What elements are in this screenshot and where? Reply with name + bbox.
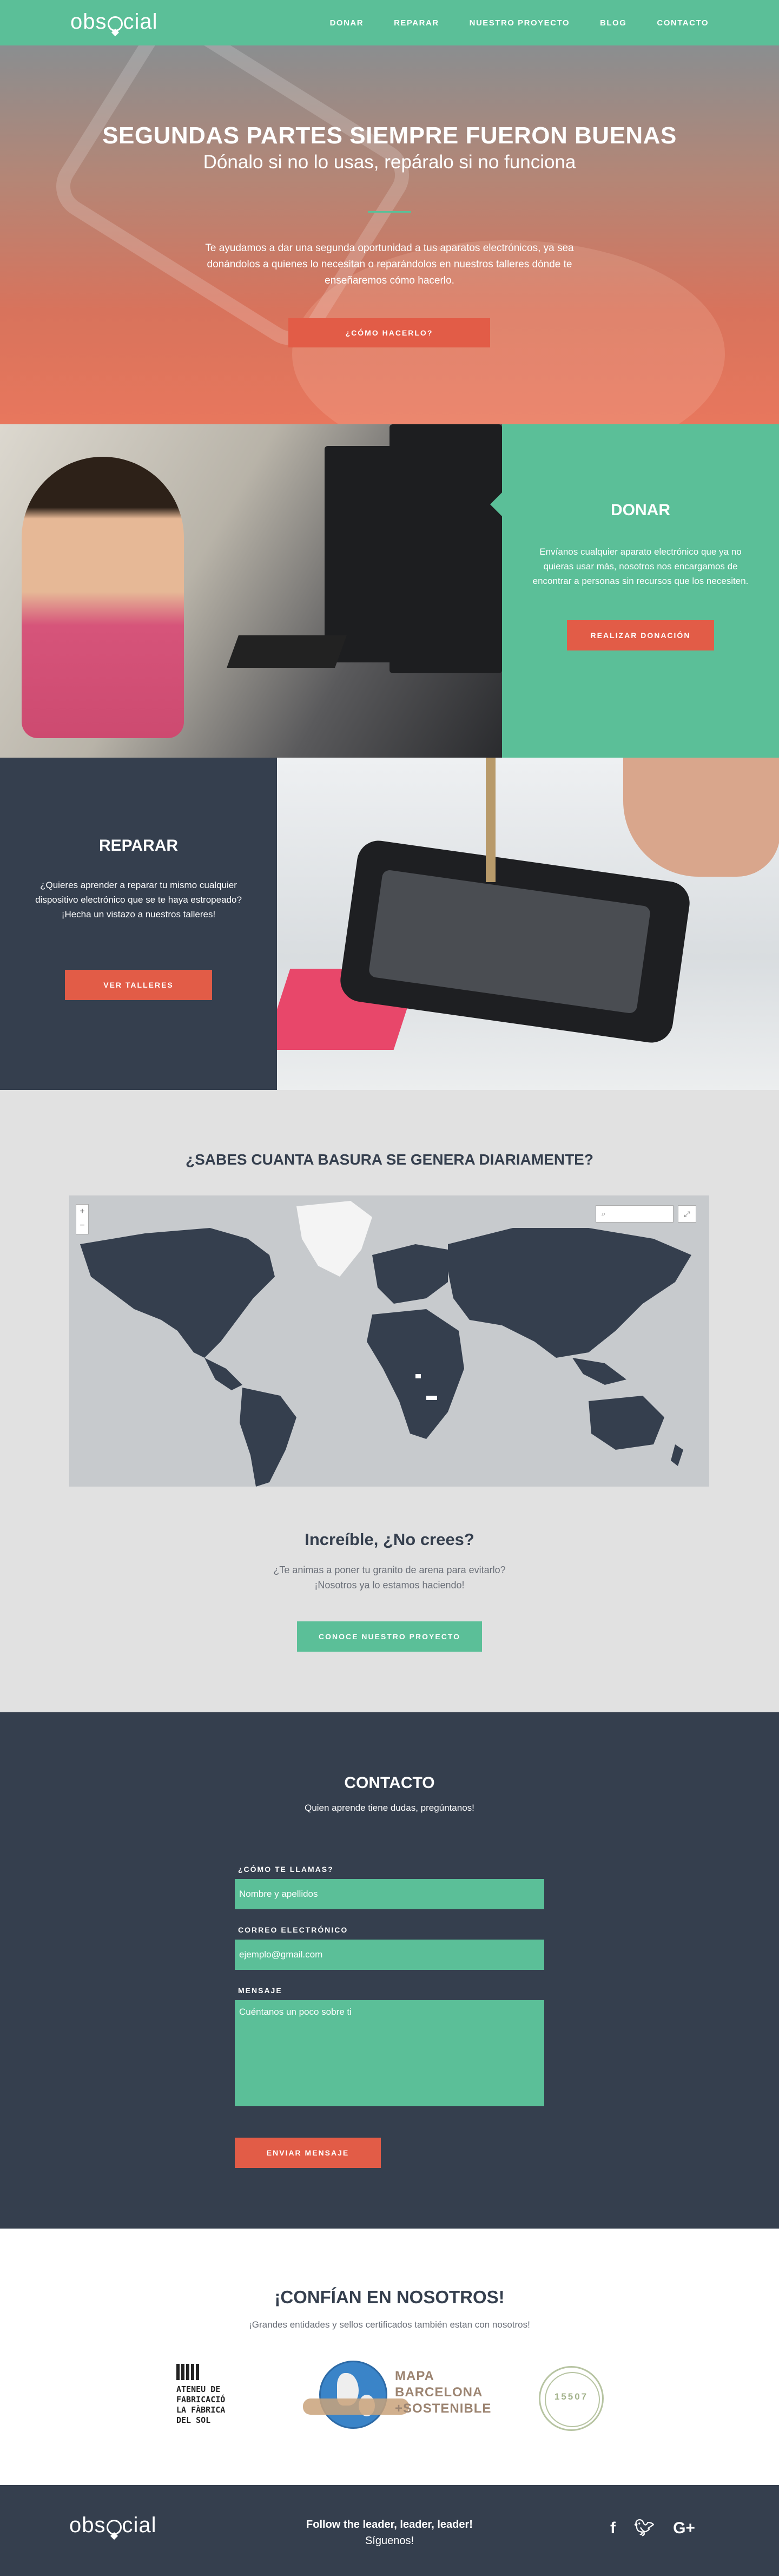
waste-subtitle: Increíble, ¿No crees? [305,1530,474,1549]
ateneu-mark-icon [176,2364,200,2380]
screwdriver-shape [486,758,496,882]
hero-divider [368,211,411,213]
map-marker [426,1396,437,1400]
trust-section: ¡CONFÍAN EN NOSOTROS! ¡Grandes entidades… [0,2229,779,2485]
waste-text-line1: ¿Te animas a poner tu granito de arena p… [273,1565,506,1575]
world-map-drawing [80,1201,691,1487]
message-field[interactable]: Cuéntanos un poco sobre ti [235,2000,544,2106]
map-zoom-control[interactable]: + − [76,1204,89,1234]
main-menu: DONAR REPARAR NUESTRO PROYECTO BLOG CONT… [330,0,709,45]
map-zoom-out-button[interactable]: − [76,1219,88,1233]
donar-panel: DONAR Envíanos cualquier aparato electró… [490,424,779,758]
map-search-input[interactable]: ⌕ [596,1205,674,1223]
north-america-shape [80,1228,275,1358]
ateneu-line: LA FÀBRICA [176,2405,226,2415]
ver-talleres-button[interactable]: VER TALLERES [65,970,212,1000]
logo-text-end: cial [122,2513,157,2537]
logo-text-start: obs [70,10,107,34]
logo[interactable]: obs cial [70,10,158,34]
waste-title: ¿SABES CUANTA BASURA SE GENERA DIARIAMEN… [186,1151,593,1168]
name-field[interactable]: Nombre y apellidos [235,1879,544,1909]
kids-computers-photo [0,424,502,758]
southeast-asia-shape [572,1358,626,1385]
logo-text-end: cial [123,10,158,34]
top-navbar: obs cial DONAR REPARAR NUESTRO PROYECTO B… [0,0,779,45]
mapa-line: BARCELONA [395,2385,483,2400]
como-hacerlo-button[interactable]: ¿CÓMO HACERLO? [288,318,490,347]
name-label: ¿CÓMO TE LLAMAS? [238,1865,334,1874]
europe-shape [372,1244,448,1304]
logo-text-start: obs [69,2513,106,2537]
realizar-donacion-button[interactable]: REALIZAR DONACIÓN [567,620,714,650]
email-label: CORREO ELECTRÓNICO [238,1926,348,1934]
facebook-icon[interactable]: f [610,2519,616,2538]
seal-text: 15507 [554,2391,589,2402]
reparar-title: REPARAR [98,837,179,855]
hands-icon [303,2398,409,2415]
contact-title: CONTACTO [344,1774,435,1792]
map-fullscreen-button[interactable]: ⤢ [678,1205,696,1223]
nav-item-contacto[interactable]: CONTACTO [657,18,709,28]
mapa-line: +SOSTENIBLE [395,2401,492,2416]
trust-title: ¡CONFÍAN EN NOSOTROS! [274,2287,505,2307]
footer-tagline: Follow the leader, leader, leader! Sígue… [281,2516,498,2549]
logo-pin-icon [106,2519,122,2535]
waste-section: ¿SABES CUANTA BASURA SE GENERA DIARIAMEN… [0,1090,779,1712]
map-marker [415,1374,421,1378]
certification-seal[interactable]: 15507 [539,2366,604,2431]
search-icon: ⌕ [602,1210,606,1218]
nav-item-donar[interactable]: DONAR [330,18,364,28]
google-plus-icon[interactable]: G+ [673,2519,695,2538]
trust-subtitle: ¡Grandes entidades y sellos certificados… [249,2319,530,2330]
ateneu-line: FABRICACIÓ [176,2395,226,2404]
australia-shape [589,1396,664,1450]
nav-item-proyecto[interactable]: NUESTRO PROYECTO [470,18,570,28]
world-map[interactable]: + − ⌕ ⤢ [69,1195,709,1487]
monitor-shape [390,424,502,673]
hero-title: SEGUNDAS PARTES SIEMPRE FUERON BUENAS [102,122,677,149]
footer-logo[interactable]: obs cial [69,2513,157,2538]
nav-item-blog[interactable]: BLOG [600,18,626,28]
ateneu-line: DEL SOL [176,2415,211,2425]
south-america-shape [240,1388,296,1487]
girl-figure [22,457,184,738]
footer-tagline-line2: Síguenos! [365,2535,414,2547]
social-links: f 🐦︎ G+ [610,2519,695,2538]
hero-text: Te ayudamos a dar una segunda oportunida… [205,242,574,286]
mapa-line: MAPA [395,2369,434,2383]
reparar-text: ¿Quieres aprender a reparar tu mismo cua… [35,880,242,919]
globe-icon [319,2361,387,2429]
hero-subtitle: Dónalo si no lo usas, repáralo si no fun… [203,152,576,173]
greenland-shape [296,1201,372,1277]
nav-item-reparar[interactable]: REPARAR [394,18,439,28]
fullscreen-icon: ⤢ [684,1210,690,1218]
donar-title: DONAR [611,501,670,519]
twitter-icon[interactable]: 🐦︎ [634,2519,655,2538]
contact-subtitle: Quien aprende tiene dudas, pregúntanos! [305,1803,474,1813]
footer-tagline-line1: Follow the leader, leader, leader! [306,2519,473,2531]
hero-section: SEGUNDAS PARTES SIEMPRE FUERON BUENAS Dó… [0,45,779,424]
footer: obs cial Follow the leader, leader, leade… [0,2485,779,2576]
ateneu-logo[interactable]: ATENEU DE FABRICACIÓ LA FÀBRICA DEL SOL [176,2364,247,2431]
ateneu-line: ATENEU DE [176,2384,221,2394]
donar-text: Envíanos cualquier aparato electrónico q… [532,547,749,586]
message-label: MENSAJE [238,1986,282,1995]
waste-text-line2: ¡Nosotros ya lo estamos haciendo! [314,1580,465,1591]
map-zoom-in-button[interactable]: + [76,1205,88,1219]
contact-section: CONTACTO Quien aprende tiene dudas, preg… [0,1712,779,2229]
hand-shape [623,758,779,877]
asia-shape [448,1228,691,1358]
email-field[interactable]: ejemplo@gmail.com [235,1940,544,1970]
keyboard-shape [227,635,347,668]
logo-pin-icon [107,16,123,31]
mapa-barcelona-text: MAPA BARCELONA +SOSTENIBLE [395,2368,491,2417]
central-america-shape [204,1358,242,1390]
conoce-proyecto-button[interactable]: CONOCE NUESTRO PROYECTO [297,1621,482,1652]
mapa-barcelona-logo[interactable]: MAPA BARCELONA +SOSTENIBLE [303,2361,491,2431]
reparar-panel: REPARAR ¿Quieres aprender a reparar tu m… [0,758,289,1090]
phone-repair-photo [277,758,779,1090]
waste-text: ¿Te animas a poner tu granito de arena p… [0,1562,779,1593]
enviar-mensaje-button[interactable]: ENVIAR MENSAJE [235,2138,381,2168]
newzealand-shape [671,1444,683,1466]
